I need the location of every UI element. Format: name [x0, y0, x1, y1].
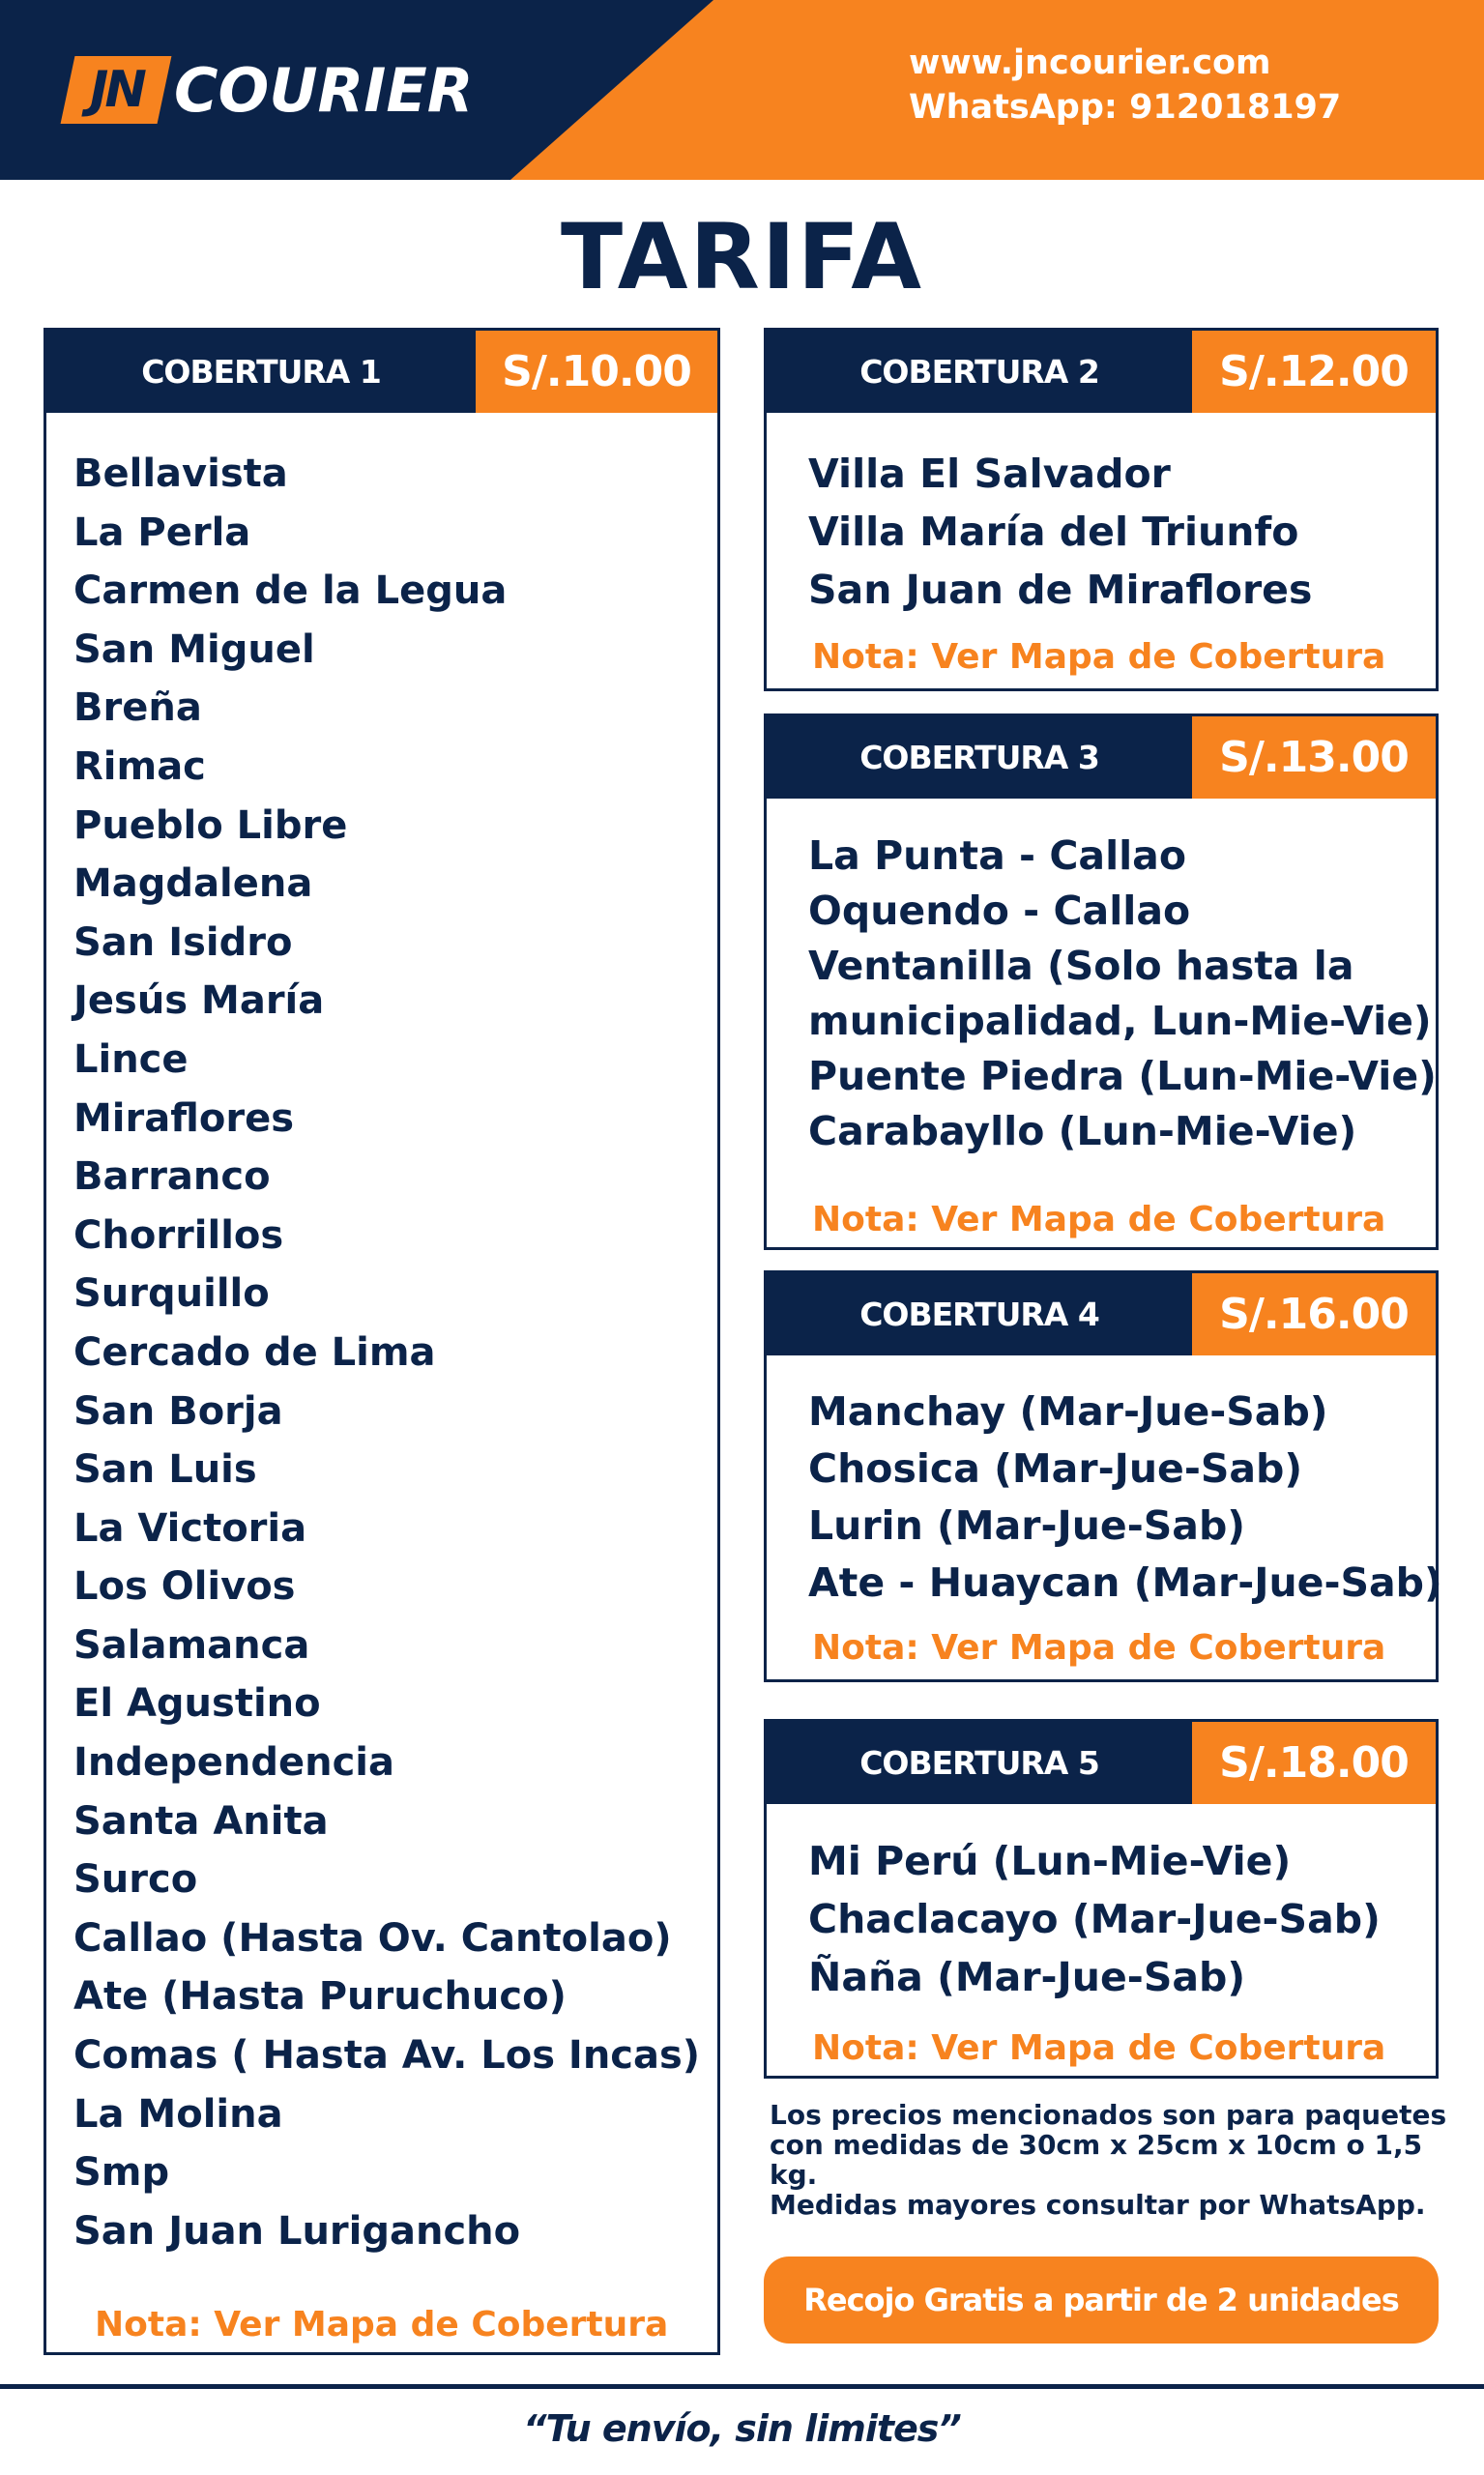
coverage-4-price: S/.16.00 — [1192, 1273, 1436, 1355]
district-item: San Juan Lurigancho — [73, 2208, 521, 2254]
coverage-1-label: COBERTURA 1 — [46, 331, 476, 413]
page-title: TARIFA — [560, 205, 924, 310]
district-item: Santa Anita — [73, 1798, 329, 1844]
district-item: Chorrillos — [73, 1212, 284, 1258]
coverage-2-price: S/.12.00 — [1192, 331, 1436, 413]
jn-courier-logo: JN COURIER — [60, 54, 474, 126]
district-item: Smp — [73, 2150, 170, 2196]
district-item: Mi Perú (Lun-Mie-Vie) — [808, 1838, 1292, 1884]
website-link[interactable]: www.jncourier.com — [909, 41, 1341, 85]
coverage-3-district-list: La Punta - Callao Oquendo - Callao Ventani… — [808, 829, 1437, 1159]
district-item: Manchay (Mar-Jue-Sab) — [808, 1388, 1328, 1435]
coverage-2-header: COBERTURA 2 S/.12.00 — [767, 331, 1436, 413]
disclaimer-line: Los precios mencionados son para paquete… — [770, 2099, 1447, 2131]
district-item: Surquillo — [73, 1271, 270, 1317]
logo-mark-text: JN — [89, 61, 143, 119]
district-item: Jesús María — [73, 978, 325, 1024]
coverage-1-district-list: Bellavista La Perla Carmen de la Legua San … — [73, 445, 700, 2260]
footer-divider — [0, 2384, 1484, 2389]
coverage-3-price: S/.13.00 — [1192, 716, 1436, 799]
district-item: Rimac — [73, 743, 206, 789]
coverage-5-header: COBERTURA 5 S/.18.00 — [767, 1722, 1436, 1804]
district-item: Cercado de Lima — [73, 1329, 436, 1375]
district-item: Carmen de la Legua — [73, 568, 508, 614]
district-item: Surco — [73, 1857, 198, 1903]
logo-word: COURIER — [174, 54, 474, 126]
disclaimer-line: Medidas mayores consultar por WhatsApp. — [770, 2189, 1426, 2221]
district-item: Chosica (Mar-Jue-Sab) — [808, 1445, 1303, 1492]
district-item: Barranco — [73, 1154, 271, 1200]
contact-info: www.jncourier.com WhatsApp: 912018197 — [909, 41, 1341, 130]
coverage-4-card: COBERTURA 4 S/.16.00 Manchay (Mar-Jue-Sa… — [764, 1270, 1442, 1682]
coverage-5-label: COBERTURA 5 — [767, 1722, 1192, 1804]
district-item: Puente Piedra (Lun-Mie-Vie) — [808, 1053, 1437, 1099]
district-item: Lurin (Mar-Jue-Sab) — [808, 1502, 1246, 1549]
coverage-3-header: COBERTURA 3 S/.13.00 — [767, 716, 1436, 799]
district-item: Breña — [73, 685, 202, 731]
district-item: Independencia — [73, 1740, 395, 1786]
district-item: municipalidad, Lun-Mie-Vie) — [808, 998, 1432, 1044]
coverage-4-map-note[interactable]: Nota: Ver Mapa de Cobertura — [812, 1628, 1385, 1668]
district-item: Ate (Hasta Puruchuco) — [73, 1974, 567, 2020]
coverage-3-label: COBERTURA 3 — [767, 716, 1192, 799]
coverage-2-label: COBERTURA 2 — [767, 331, 1192, 413]
coverage-1-map-note[interactable]: Nota: Ver Mapa de Cobertura — [95, 2305, 668, 2344]
coverage-4-header: COBERTURA 4 S/.16.00 — [767, 1273, 1436, 1355]
district-item: Ate - Huaycan (Mar-Jue-Sab) — [808, 1559, 1442, 1606]
district-item: San Juan de Miraflores — [808, 567, 1313, 613]
district-item: La Punta - Callao — [808, 832, 1187, 879]
district-item: Miraflores — [73, 1095, 295, 1141]
district-item: Ventanilla (Solo hasta la — [808, 943, 1354, 989]
coverage-4-label: COBERTURA 4 — [767, 1273, 1192, 1355]
district-item: Callao (Hasta Ov. Cantolao) — [73, 1915, 672, 1961]
district-item: El Agustino — [73, 1681, 321, 1727]
district-item: Magdalena — [73, 861, 313, 907]
slogan: “Tu envío, sin limites” — [523, 2407, 962, 2450]
district-item: San Isidro — [73, 919, 293, 965]
whatsapp-number[interactable]: WhatsApp: 912018197 — [909, 85, 1341, 130]
district-item: Oquendo - Callao — [808, 888, 1191, 934]
coverage-5-price: S/.18.00 — [1192, 1722, 1436, 1804]
district-item: Bellavista — [73, 451, 288, 496]
coverage-5-card: COBERTURA 5 S/.18.00 Mi Perú (Lun-Mie-Vi… — [764, 1719, 1439, 2079]
coverage-1-price: S/.10.00 — [476, 331, 717, 413]
district-item: Carabayllo (Lun-Mie-Vie) — [808, 1108, 1357, 1154]
coverage-5-map-note[interactable]: Nota: Ver Mapa de Cobertura — [812, 2028, 1385, 2068]
logo-mark: JN — [60, 56, 172, 124]
district-item: Pueblo Libre — [73, 802, 348, 848]
district-item: La Victoria — [73, 1505, 307, 1551]
district-item: San Miguel — [73, 626, 315, 672]
coverage-2-card: COBERTURA 2 S/.12.00 Villa El Salvador Vi… — [764, 328, 1439, 691]
free-pickup-button[interactable]: Recojo Gratis a partir de 2 unidades — [764, 2257, 1439, 2344]
price-disclaimer: Los precios mencionados son para paquete… — [770, 2100, 1466, 2220]
district-item: Ñaña (Mar-Jue-Sab) — [808, 1954, 1246, 2000]
district-item: Salamanca — [73, 1622, 310, 1668]
district-item: Villa El Salvador — [808, 451, 1171, 497]
district-item: Chaclacayo (Mar-Jue-Sab) — [808, 1896, 1381, 1942]
header-banner: JN COURIER www.jncourier.com WhatsApp: 9… — [0, 0, 1484, 180]
district-item: Lince — [73, 1036, 189, 1082]
coverage-1-header: COBERTURA 1 S/.10.00 — [46, 331, 717, 413]
coverage-3-map-note[interactable]: Nota: Ver Mapa de Cobertura — [812, 1200, 1385, 1239]
coverage-5-district-list: Mi Perú (Lun-Mie-Vie) Chaclacayo (Mar-Jue… — [808, 1832, 1381, 2006]
district-item: La Perla — [73, 510, 251, 555]
district-item: San Luis — [73, 1447, 257, 1493]
coverage-2-district-list: Villa El Salvador Villa María del Triunfo… — [808, 445, 1312, 619]
coverage-2-map-note[interactable]: Nota: Ver Mapa de Cobertura — [812, 637, 1385, 677]
district-item: Los Olivos — [73, 1564, 296, 1610]
district-item: Villa María del Triunfo — [808, 509, 1299, 555]
coverage-1-card: COBERTURA 1 S/.10.00 Bellavista La Perla C… — [44, 328, 720, 2355]
disclaimer-line: con medidas de 30cm x 25cm x 10cm o 1,5 … — [770, 2129, 1423, 2191]
district-item: San Borja — [73, 1388, 283, 1434]
coverage-3-card: COBERTURA 3 S/.13.00 La Punta - Callao Oq… — [764, 713, 1439, 1250]
district-item: Comas ( Hasta Av. Los Incas) — [73, 2033, 701, 2079]
coverage-4-district-list: Manchay (Mar-Jue-Sab) Chosica (Mar-Jue-Sa… — [808, 1383, 1442, 1612]
district-item: La Molina — [73, 2091, 283, 2137]
